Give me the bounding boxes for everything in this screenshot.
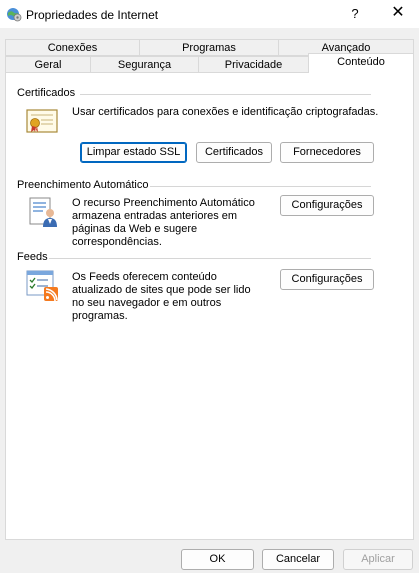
publishers-button[interactable]: Fornecedores [280, 142, 374, 163]
help-button[interactable]: ? [345, 5, 365, 23]
tab-conteudo[interactable]: Conteúdo [308, 53, 414, 73]
certificates-description: Usar certificados para conexões e identi… [72, 106, 379, 118]
tab-programas[interactable]: Programas [139, 39, 279, 56]
feeds-settings-button[interactable]: Configurações [280, 269, 374, 290]
certificates-label: Certificados [17, 87, 76, 99]
certificate-icon [26, 108, 58, 137]
certificates-divider [80, 94, 371, 95]
autocomplete-settings-button[interactable]: Configurações [280, 195, 374, 216]
tab-geral[interactable]: Geral [5, 56, 91, 73]
close-button[interactable]: ✕ [388, 3, 408, 23]
feeds-divider [49, 258, 371, 259]
autocomplete-label: Preenchimento Automático [17, 179, 149, 191]
tab-privacidade[interactable]: Privacidade [198, 56, 309, 73]
autocomplete-description: O recurso Preenchimento Automático armaz… [72, 197, 255, 248]
tab-conexoes[interactable]: Conexões [5, 39, 140, 56]
autocomplete-icon [29, 197, 59, 232]
feeds-label: Feeds [17, 251, 48, 263]
feeds-description: Os Feeds oferecem conteúdo atualizado de… [72, 271, 251, 322]
certificates-button[interactable]: Certificados [196, 142, 272, 163]
feeds-icon [26, 270, 60, 305]
autocomplete-divider [150, 186, 371, 187]
title-bar: Propriedades de Internet ? ✕ [0, 0, 419, 28]
cancel-button[interactable]: Cancelar [262, 549, 334, 570]
window-title: Propriedades de Internet [26, 8, 159, 22]
tab-seguranca[interactable]: Segurança [90, 56, 199, 73]
internet-options-icon [6, 6, 22, 22]
ok-button[interactable]: OK [181, 549, 254, 570]
clear-ssl-button[interactable]: Limpar estado SSL [80, 142, 187, 163]
apply-button[interactable]: Aplicar [343, 549, 413, 570]
